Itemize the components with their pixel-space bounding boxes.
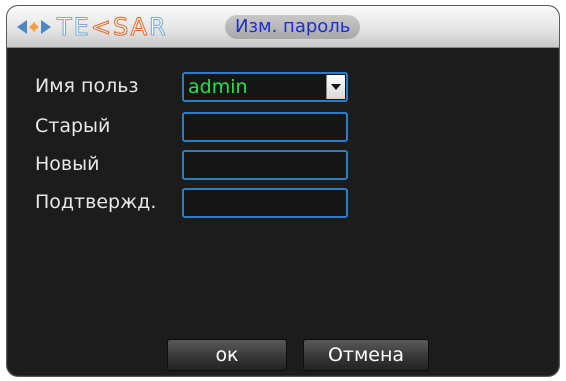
username-row: Имя польз admin bbox=[7, 72, 559, 104]
logo-arrows-icon bbox=[17, 19, 51, 35]
confirm-password-row: Подтвержд. bbox=[7, 188, 559, 220]
change-password-dialog: TE<SAR Изм. пароль Имя польз admin Стары… bbox=[6, 5, 560, 377]
cancel-button[interactable]: Отмена bbox=[303, 339, 429, 371]
confirm-password-field-frame bbox=[182, 188, 348, 218]
old-password-row: Старый bbox=[7, 112, 559, 144]
brand-logo: TE<SAR bbox=[17, 12, 168, 42]
new-password-field-frame bbox=[182, 150, 348, 180]
old-password-label: Старый bbox=[35, 115, 111, 137]
new-password-label: Новый bbox=[35, 153, 100, 175]
new-password-input[interactable] bbox=[184, 152, 346, 178]
confirm-password-label: Подтвержд. bbox=[35, 191, 157, 213]
username-select-value: admin bbox=[188, 76, 248, 98]
username-label: Имя польз bbox=[35, 75, 139, 97]
new-password-row: Новый bbox=[7, 150, 559, 182]
dropdown-arrow-icon[interactable] bbox=[326, 75, 345, 99]
dialog-title: Изм. пароль bbox=[225, 15, 361, 39]
confirm-password-input[interactable] bbox=[184, 190, 346, 216]
username-select[interactable]: admin bbox=[182, 72, 348, 102]
dialog-titlebar: TE<SAR Изм. пароль bbox=[7, 6, 559, 48]
logo-text: TE<SAR bbox=[57, 13, 168, 42]
ok-button[interactable]: ок bbox=[167, 339, 287, 371]
old-password-field-frame bbox=[182, 112, 348, 142]
old-password-input[interactable] bbox=[184, 114, 346, 140]
